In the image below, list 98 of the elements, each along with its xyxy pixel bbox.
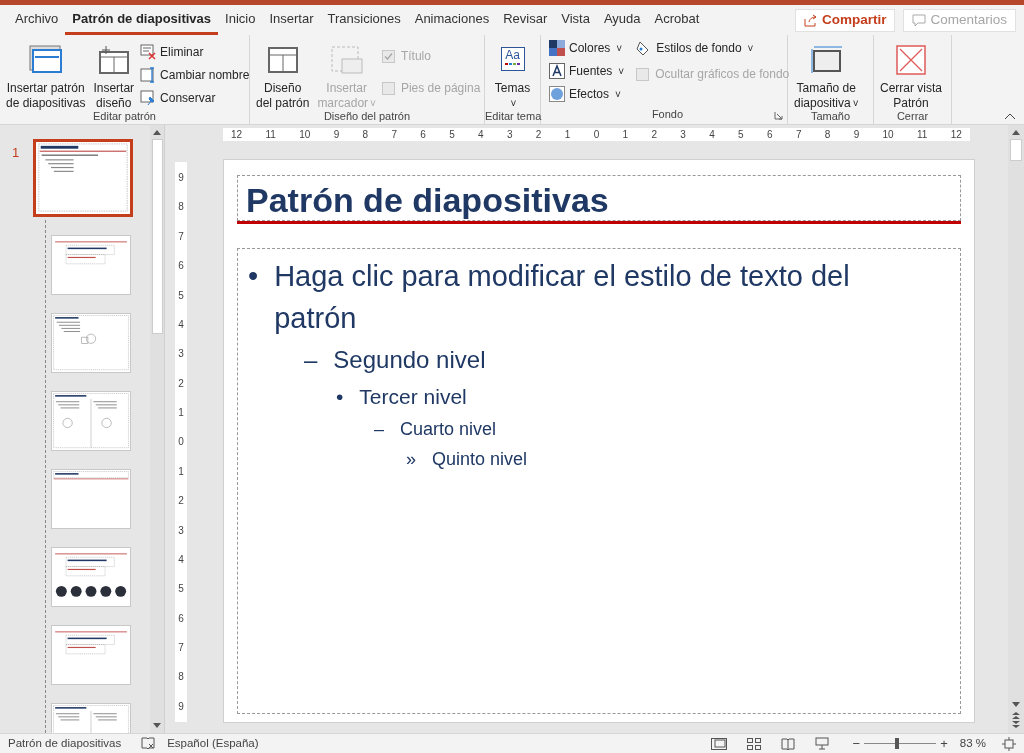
bullet-marker: • (248, 259, 259, 294)
rename-icon (140, 67, 157, 83)
zoom-out-button[interactable]: − (852, 733, 861, 753)
ribbon-tab[interactable]: Transiciones (320, 5, 408, 35)
caret-icon: ˅ (618, 63, 625, 79)
ribbon-tab[interactable]: Vista (554, 5, 597, 35)
zoom-in-button[interactable]: + (940, 733, 948, 753)
slide-thumbnail[interactable] (51, 235, 131, 295)
normal-view-icon[interactable] (710, 737, 727, 750)
caret-icon: ˅ (370, 98, 376, 109)
group-label: Cerrar (895, 111, 930, 124)
slide-thumbnail[interactable] (51, 469, 131, 529)
ribbon-tab[interactable]: Insertar (262, 5, 321, 35)
slide-title: Patrón de diapositivas (246, 183, 609, 220)
bullet-marker: – (304, 345, 318, 376)
ribbon-tab[interactable]: Acrobat (647, 5, 707, 35)
ribbon-tab[interactable]: Inicio (218, 5, 263, 35)
fit-to-window-icon[interactable] (1002, 736, 1016, 751)
pin-icon (140, 90, 157, 106)
checkbox-label: Título (400, 48, 431, 65)
next-slide-icon[interactable] (1011, 721, 1021, 728)
placeholder-icon (329, 45, 364, 75)
group-label: Tamaño (809, 111, 852, 124)
scrollbar-thumb[interactable] (1010, 139, 1022, 161)
colors-icon (549, 40, 565, 56)
slide-thumbnail[interactable] (51, 313, 131, 373)
slide-size-icon (809, 45, 844, 75)
accessibility-icon[interactable] (141, 737, 156, 750)
reading-view-icon[interactable] (780, 737, 795, 750)
ribbon-tab[interactable]: Animaciones (407, 5, 497, 35)
slide-sorter-icon[interactable] (746, 737, 761, 750)
ribbon-tab[interactable]: Archivo (8, 5, 66, 35)
checkbox-label: Ocultar gráficos de fondo (655, 66, 790, 83)
bullet-marker: » (406, 448, 416, 472)
group-label: Editar tema (485, 111, 540, 124)
slide-thumbnail[interactable] (51, 547, 131, 607)
slide-thumbnail[interactable] (51, 391, 131, 451)
ribbon-button[interactable]: Conservar (140, 89, 250, 107)
delete-icon (140, 44, 157, 60)
bullet-text: Segundo nivel (333, 345, 486, 376)
zoom-slider[interactable] (864, 737, 937, 750)
dialog-launcher-icon[interactable] (774, 111, 783, 120)
bullet-text: Tercer nivel (359, 383, 467, 410)
caret-icon: ˅ (852, 98, 859, 109)
vertical-ruler: 9 8 7 6 5 4 3 2 1 0 1 2 3 4 5 6 7 8 9 (175, 162, 187, 722)
scroll-up-icon[interactable] (153, 130, 161, 135)
insert-master-button[interactable]: Insertar patrón de diapositivas (4, 39, 88, 111)
scrollbar-thumb[interactable] (151, 139, 163, 334)
checkmark-icon (383, 51, 393, 61)
caret-icon: ˅ (615, 86, 621, 102)
caret-icon: ˅ (616, 40, 623, 56)
scroll-down-icon[interactable] (153, 723, 161, 728)
presenter-icon[interactable] (814, 737, 829, 750)
close-master-view-button[interactable]: Cerrar vista Patrón (878, 39, 944, 111)
ribbon-menu-button[interactable]: Efectos ˅ (549, 85, 625, 103)
insert-layout-button[interactable]: Insertar diseño (91, 39, 137, 111)
comment-icon (912, 13, 927, 27)
horizontal-ruler: 12 11 10 9 8 7 6 5 4 3 2 1 0 1 2 3 4 5 6 7 8 9 10 11 12 (223, 128, 970, 141)
bullet-text: Cuarto nivel (400, 418, 497, 442)
bullet-text: Haga clic para modificar el estilo de texto del patrón (274, 259, 851, 337)
themes-icon: Aa (500, 47, 525, 71)
checkbox-label: Pies de página (400, 80, 481, 97)
group-label: Diseño del patrón (322, 111, 412, 124)
ribbon-button[interactable]: Eliminar (140, 43, 250, 61)
background-styles-button[interactable]: Estilos de fondo ˅ (636, 39, 790, 57)
themes-button[interactable]: Aa Temas ˅ (489, 39, 536, 111)
zoom-percentage[interactable]: 83 % (959, 734, 986, 753)
layout-icon (96, 45, 131, 75)
group-label: Editar patrón (92, 111, 157, 124)
share-icon (803, 13, 818, 27)
scroll-up-icon[interactable] (1012, 130, 1020, 135)
previous-slide-icon[interactable] (1011, 712, 1021, 719)
scroll-down-icon[interactable] (1012, 702, 1020, 707)
ribbon-menu-button[interactable]: Colores ˅ (549, 39, 625, 57)
master-layout-button[interactable]: Diseño del patrón (254, 39, 312, 111)
share-button[interactable]: Compartir (794, 8, 896, 32)
status-text: Patrón de diapositivas (8, 735, 122, 751)
bullet-marker: • (336, 383, 344, 410)
caret-icon: ˅ (747, 40, 754, 56)
slide-size-button[interactable]: Tamaño de diapositiva ˅ (792, 39, 861, 111)
ribbon-menu-button[interactable]: Fuentes ˅ (549, 62, 625, 80)
slide-thumbnail[interactable] (33, 139, 133, 217)
language-status[interactable]: Español (España) (167, 734, 259, 753)
slide-thumbnail[interactable] (51, 625, 131, 685)
collapse-ribbon-icon[interactable] (1004, 112, 1016, 120)
layout-icon (265, 45, 300, 75)
bullet-text: Quinto nivel (432, 448, 528, 472)
bullet-marker: – (374, 418, 384, 442)
group-label: Fondo (651, 109, 684, 120)
slide-number: 1 (12, 145, 20, 160)
caret-icon: ˅ (510, 96, 517, 111)
close-icon (896, 45, 926, 75)
effects-icon (549, 86, 565, 102)
ribbon-tab[interactable]: Ayuda (596, 5, 648, 35)
slide-master-icon (28, 45, 63, 75)
ribbon-button[interactable]: Cambiar nombre (140, 66, 250, 84)
ribbon-tab[interactable]: Revisar (496, 5, 555, 35)
fonts-icon (549, 63, 565, 79)
